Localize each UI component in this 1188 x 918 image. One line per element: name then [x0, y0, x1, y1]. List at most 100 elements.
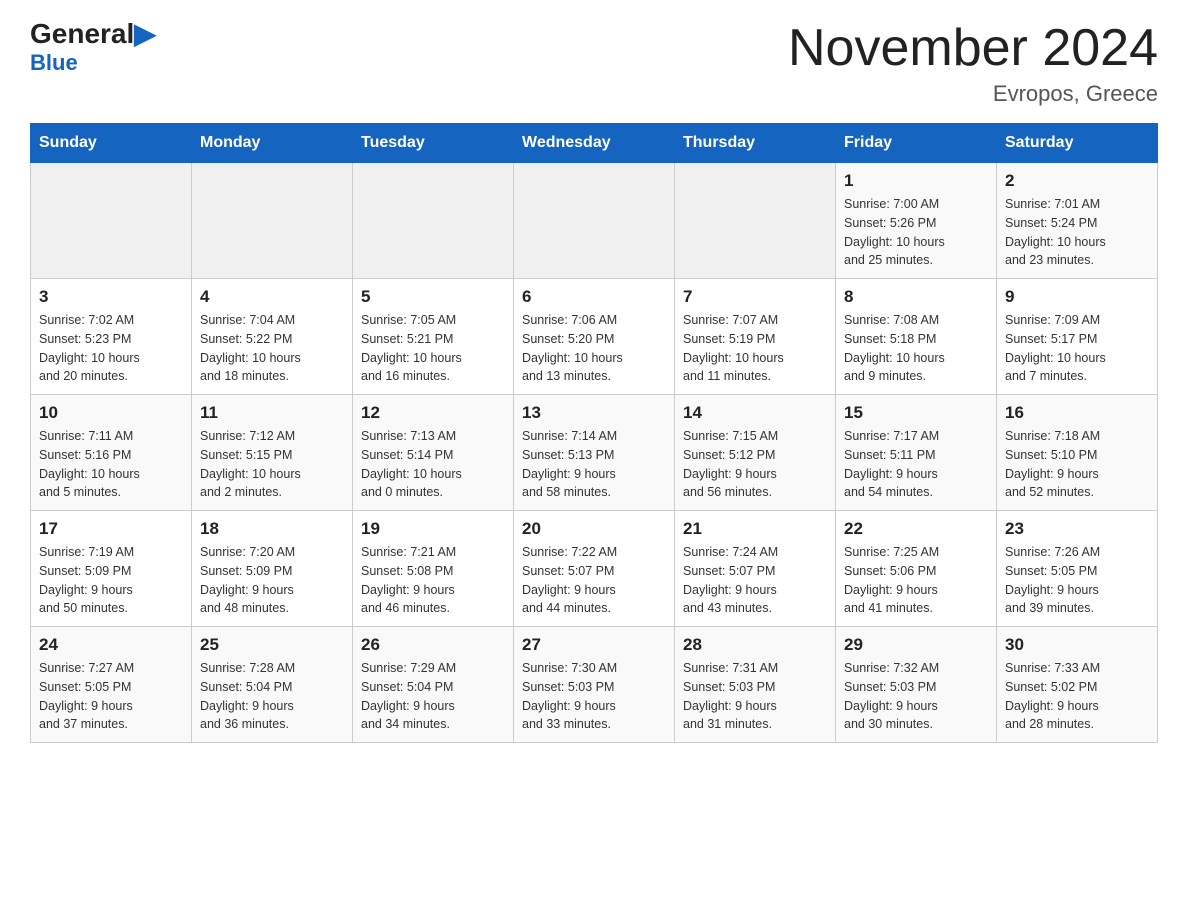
day-number: 30 [1005, 635, 1149, 655]
logo-blue-text: Blue [30, 50, 78, 76]
day-info: Sunrise: 7:28 AM Sunset: 5:04 PM Dayligh… [200, 659, 344, 734]
day-number: 2 [1005, 171, 1149, 191]
day-number: 19 [361, 519, 505, 539]
day-info: Sunrise: 7:33 AM Sunset: 5:02 PM Dayligh… [1005, 659, 1149, 734]
day-info: Sunrise: 7:27 AM Sunset: 5:05 PM Dayligh… [39, 659, 183, 734]
day-number: 14 [683, 403, 827, 423]
day-number: 23 [1005, 519, 1149, 539]
day-info: Sunrise: 7:24 AM Sunset: 5:07 PM Dayligh… [683, 543, 827, 618]
day-number: 29 [844, 635, 988, 655]
calendar-cell: 16 Sunrise: 7:18 AM Sunset: 5:10 PM Dayli… [997, 395, 1158, 511]
calendar-cell: 5Sunrise: 7:05 AM Sunset: 5:21 PM Daylig… [353, 279, 514, 395]
day-number: 7 [683, 287, 827, 307]
calendar-cell: 12Sunrise: 7:13 AM Sunset: 5:14 PM Dayli… [353, 395, 514, 511]
calendar-subtitle: Evropos, Greece [788, 81, 1158, 107]
calendar-cell: 6Sunrise: 7:06 AM Sunset: 5:20 PM Daylig… [514, 279, 675, 395]
calendar-cell: 24 Sunrise: 7:27 AM Sunset: 5:05 PM Dayli… [31, 627, 192, 743]
day-number: 21 [683, 519, 827, 539]
calendar-cell [192, 163, 353, 279]
calendar-cell: 3 Sunrise: 7:02 AM Sunset: 5:23 PM Daylig… [31, 279, 192, 395]
day-info: Sunrise: 7:32 AM Sunset: 5:03 PM Dayligh… [844, 659, 988, 734]
day-info: Sunrise: 7:02 AM Sunset: 5:23 PM Dayligh… [39, 311, 183, 386]
calendar-cell: 29 Sunrise: 7:32 AM Sunset: 5:03 PM Dayli… [836, 627, 997, 743]
day-number: 16 [1005, 403, 1149, 423]
calendar-cell: 22 Sunrise: 7:25 AM Sunset: 5:06 PM Dayli… [836, 511, 997, 627]
calendar-cell: 28 Sunrise: 7:31 AM Sunset: 5:03 PM Dayli… [675, 627, 836, 743]
day-number: 11 [200, 403, 344, 423]
day-number: 9 [1005, 287, 1149, 307]
day-info: Sunrise: 7:00 AM Sunset: 5:26 PM Dayligh… [844, 195, 988, 270]
day-number: 3 [39, 287, 183, 307]
day-info: Sunrise: 7:15 AM Sunset: 5:12 PM Dayligh… [683, 427, 827, 502]
day-number: 4 [200, 287, 344, 307]
day-number: 8 [844, 287, 988, 307]
day-number: 25 [200, 635, 344, 655]
day-info: Sunrise: 7:12 AM Sunset: 5:15 PM Dayligh… [200, 427, 344, 502]
day-number: 28 [683, 635, 827, 655]
day-number: 12 [361, 403, 505, 423]
calendar-cell: 20 Sunrise: 7:22 AM Sunset: 5:07 PM Dayli… [514, 511, 675, 627]
calendar-cell [514, 163, 675, 279]
day-info: Sunrise: 7:07 AM Sunset: 5:19 PM Dayligh… [683, 311, 827, 386]
day-info: Sunrise: 7:19 AM Sunset: 5:09 PM Dayligh… [39, 543, 183, 618]
logo: General▶ Blue [30, 20, 156, 76]
calendar-cell: 15Sunrise: 7:17 AM Sunset: 5:11 PM Dayli… [836, 395, 997, 511]
calendar-cell: 23Sunrise: 7:26 AM Sunset: 5:05 PM Dayli… [997, 511, 1158, 627]
title-area: November 2024 Evropos, Greece [788, 20, 1158, 107]
weekday-header-sunday: Sunday [31, 124, 192, 163]
calendar-cell: 4 Sunrise: 7:04 AM Sunset: 5:22 PM Daylig… [192, 279, 353, 395]
calendar-cell [353, 163, 514, 279]
day-info: Sunrise: 7:21 AM Sunset: 5:08 PM Dayligh… [361, 543, 505, 618]
weekday-header-row: SundayMondayTuesdayWednesdayThursdayFrid… [31, 124, 1158, 163]
day-info: Sunrise: 7:18 AM Sunset: 5:10 PM Dayligh… [1005, 427, 1149, 502]
day-number: 24 [39, 635, 183, 655]
calendar-week-1: 1 Sunrise: 7:00 AM Sunset: 5:26 PM Daylig… [31, 163, 1158, 279]
day-info: Sunrise: 7:20 AM Sunset: 5:09 PM Dayligh… [200, 543, 344, 618]
weekday-header-friday: Friday [836, 124, 997, 163]
day-number: 1 [844, 171, 988, 191]
calendar-cell: 17 Sunrise: 7:19 AM Sunset: 5:09 PM Dayli… [31, 511, 192, 627]
day-number: 6 [522, 287, 666, 307]
logo-general-text: General▶ [30, 20, 156, 48]
calendar-cell: 27Sunrise: 7:30 AM Sunset: 5:03 PM Dayli… [514, 627, 675, 743]
day-number: 10 [39, 403, 183, 423]
day-number: 18 [200, 519, 344, 539]
weekday-header-wednesday: Wednesday [514, 124, 675, 163]
calendar-cell [31, 163, 192, 279]
calendar-table: SundayMondayTuesdayWednesdayThursdayFrid… [30, 123, 1158, 743]
day-info: Sunrise: 7:01 AM Sunset: 5:24 PM Dayligh… [1005, 195, 1149, 270]
day-number: 22 [844, 519, 988, 539]
day-info: Sunrise: 7:25 AM Sunset: 5:06 PM Dayligh… [844, 543, 988, 618]
day-info: Sunrise: 7:31 AM Sunset: 5:03 PM Dayligh… [683, 659, 827, 734]
calendar-cell [675, 163, 836, 279]
calendar-cell: 21 Sunrise: 7:24 AM Sunset: 5:07 PM Dayli… [675, 511, 836, 627]
day-info: Sunrise: 7:04 AM Sunset: 5:22 PM Dayligh… [200, 311, 344, 386]
calendar-cell: 10Sunrise: 7:11 AM Sunset: 5:16 PM Dayli… [31, 395, 192, 511]
day-number: 17 [39, 519, 183, 539]
calendar-cell: 30 Sunrise: 7:33 AM Sunset: 5:02 PM Dayli… [997, 627, 1158, 743]
calendar-week-3: 10Sunrise: 7:11 AM Sunset: 5:16 PM Dayli… [31, 395, 1158, 511]
calendar-cell: 7 Sunrise: 7:07 AM Sunset: 5:19 PM Daylig… [675, 279, 836, 395]
calendar-week-2: 3 Sunrise: 7:02 AM Sunset: 5:23 PM Daylig… [31, 279, 1158, 395]
calendar-cell: 2 Sunrise: 7:01 AM Sunset: 5:24 PM Daylig… [997, 163, 1158, 279]
calendar-cell: 11 Sunrise: 7:12 AM Sunset: 5:15 PM Dayli… [192, 395, 353, 511]
calendar-header: SundayMondayTuesdayWednesdayThursdayFrid… [31, 124, 1158, 163]
logo-triangle-icon: ▶ [134, 18, 156, 49]
day-info: Sunrise: 7:22 AM Sunset: 5:07 PM Dayligh… [522, 543, 666, 618]
day-number: 15 [844, 403, 988, 423]
calendar-cell: 1 Sunrise: 7:00 AM Sunset: 5:26 PM Daylig… [836, 163, 997, 279]
day-info: Sunrise: 7:29 AM Sunset: 5:04 PM Dayligh… [361, 659, 505, 734]
calendar-cell: 14 Sunrise: 7:15 AM Sunset: 5:12 PM Dayli… [675, 395, 836, 511]
calendar-week-5: 24 Sunrise: 7:27 AM Sunset: 5:05 PM Dayli… [31, 627, 1158, 743]
calendar-cell: 25 Sunrise: 7:28 AM Sunset: 5:04 PM Dayli… [192, 627, 353, 743]
weekday-header-saturday: Saturday [997, 124, 1158, 163]
day-number: 20 [522, 519, 666, 539]
header: General▶ Blue November 2024 Evropos, Gre… [30, 20, 1158, 107]
day-number: 5 [361, 287, 505, 307]
day-info: Sunrise: 7:08 AM Sunset: 5:18 PM Dayligh… [844, 311, 988, 386]
day-number: 13 [522, 403, 666, 423]
weekday-header-tuesday: Tuesday [353, 124, 514, 163]
day-info: Sunrise: 7:09 AM Sunset: 5:17 PM Dayligh… [1005, 311, 1149, 386]
day-info: Sunrise: 7:30 AM Sunset: 5:03 PM Dayligh… [522, 659, 666, 734]
calendar-cell: 8 Sunrise: 7:08 AM Sunset: 5:18 PM Daylig… [836, 279, 997, 395]
